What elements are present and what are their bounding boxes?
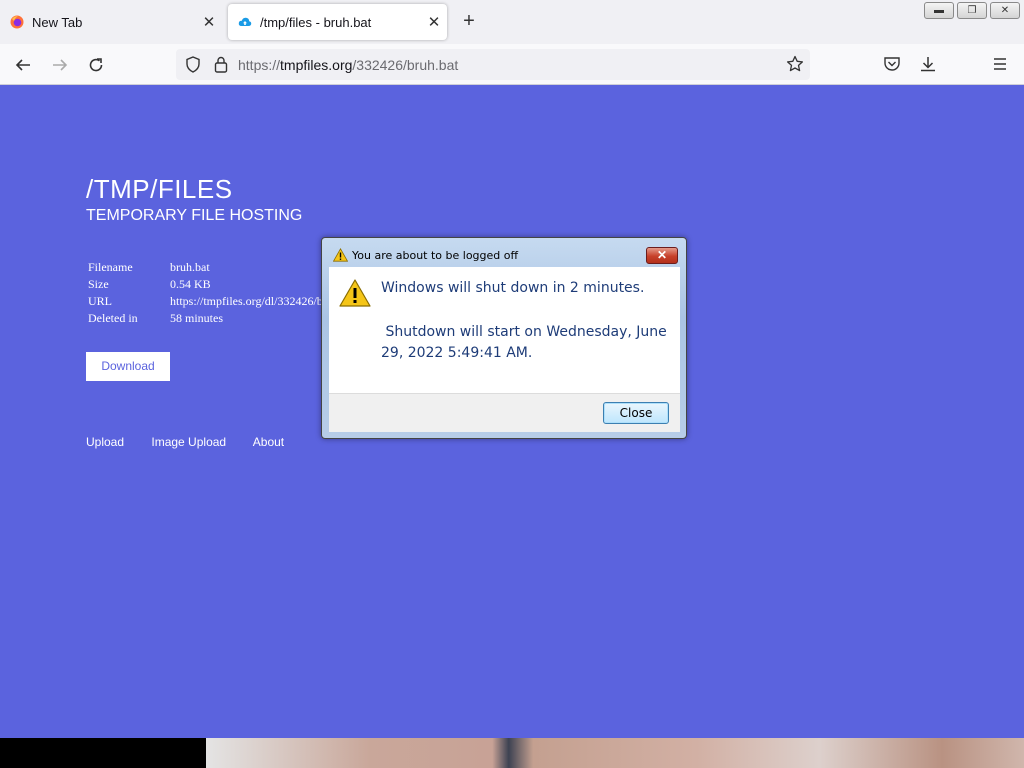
restore-icon[interactable]: ❐ xyxy=(957,2,987,19)
background-photo xyxy=(206,738,1024,768)
dialog-close-icon[interactable]: ✕ xyxy=(646,247,678,264)
table-row: URL https://tmpfiles.org/dl/332426/bruh.… xyxy=(86,293,358,310)
tab-tmpfiles[interactable]: /tmp/files - bruh.bat ✕ xyxy=(228,4,447,40)
pocket-icon[interactable] xyxy=(883,55,901,78)
firefox-icon xyxy=(10,15,24,29)
minimize-icon[interactable]: ▬ xyxy=(924,2,954,19)
cloud-upload-icon xyxy=(238,15,252,29)
window-controls: ▬ ❐ ✕ xyxy=(924,2,1020,19)
dialog-title: You are about to be logged off xyxy=(352,249,519,262)
file-info-label: URL xyxy=(88,294,112,308)
site-subtitle: TEMPORARY FILE HOSTING xyxy=(86,207,303,224)
forward-arrow-icon[interactable] xyxy=(48,53,72,77)
tab-new-tab[interactable]: New Tab ✕ xyxy=(0,4,222,40)
new-tab-plus-icon[interactable]: + xyxy=(457,10,481,34)
url-text[interactable]: https://tmpfiles.org/332426/bruh.bat xyxy=(238,57,458,73)
tracking-protection-shield-icon[interactable] xyxy=(185,56,201,78)
close-button[interactable]: Close xyxy=(603,402,669,424)
navigation-bar: https://tmpfiles.org/332426/bruh.bat xyxy=(0,44,1024,85)
download-icon[interactable] xyxy=(919,55,937,78)
dialog-message-countdown: Windows will shut down in 2 minutes. xyxy=(381,280,645,296)
window-close-icon[interactable]: ✕ xyxy=(990,2,1020,19)
reload-icon[interactable] xyxy=(84,53,108,77)
dialog-body: Windows will shut down in 2 minutes. Shu… xyxy=(329,267,680,393)
footer-link-image-upload[interactable]: Image Upload xyxy=(151,435,226,449)
file-info-label: Size xyxy=(88,277,109,291)
footer-link-about[interactable]: About xyxy=(253,435,284,449)
download-button[interactable]: Download xyxy=(86,352,170,381)
file-info-label: Filename xyxy=(88,260,133,274)
warning-icon xyxy=(339,279,371,312)
dialog-footer: Close xyxy=(329,393,680,432)
dialog-message-start-time: Shutdown will start on Wednesday, June 2… xyxy=(381,324,672,361)
footer-link-upload[interactable]: Upload xyxy=(86,435,124,449)
bookmark-star-icon[interactable] xyxy=(786,55,804,78)
tab-bar: New Tab ✕ /tmp/files - bruh.bat ✕ + ▬ ❐ … xyxy=(0,0,1024,44)
file-info-label: Deleted in xyxy=(88,311,138,325)
back-arrow-icon[interactable] xyxy=(11,53,35,77)
url-path: /332426/bruh.bat xyxy=(352,57,459,73)
logoff-dialog: You are about to be logged off ✕ Windows… xyxy=(321,237,687,439)
hamburger-menu-icon[interactable] xyxy=(991,55,1009,78)
address-bar[interactable]: https://tmpfiles.org/332426/bruh.bat xyxy=(176,49,810,80)
site-title: /TMP/FILES xyxy=(86,174,233,204)
table-row: Size 0.54 KB xyxy=(86,276,358,293)
tab-close-icon[interactable]: ✕ xyxy=(196,13,222,31)
tab-title: /tmp/files - bruh.bat xyxy=(260,14,372,30)
tab-title: New Tab xyxy=(32,14,83,30)
file-info-table: Filename bruh.bat Size 0.54 KB URL https… xyxy=(86,259,358,327)
warning-icon xyxy=(332,247,349,267)
tab-close-icon[interactable]: ✕ xyxy=(421,13,447,31)
table-row: Deleted in 58 minutes xyxy=(86,310,358,327)
lock-icon[interactable] xyxy=(214,56,228,78)
url-prefix: https:// xyxy=(238,57,281,73)
footer-links: Upload Image Upload About xyxy=(86,435,308,449)
bottom-strip xyxy=(0,738,1024,768)
url-host: tmpfiles.org xyxy=(280,57,353,73)
table-row: Filename bruh.bat xyxy=(86,259,358,276)
